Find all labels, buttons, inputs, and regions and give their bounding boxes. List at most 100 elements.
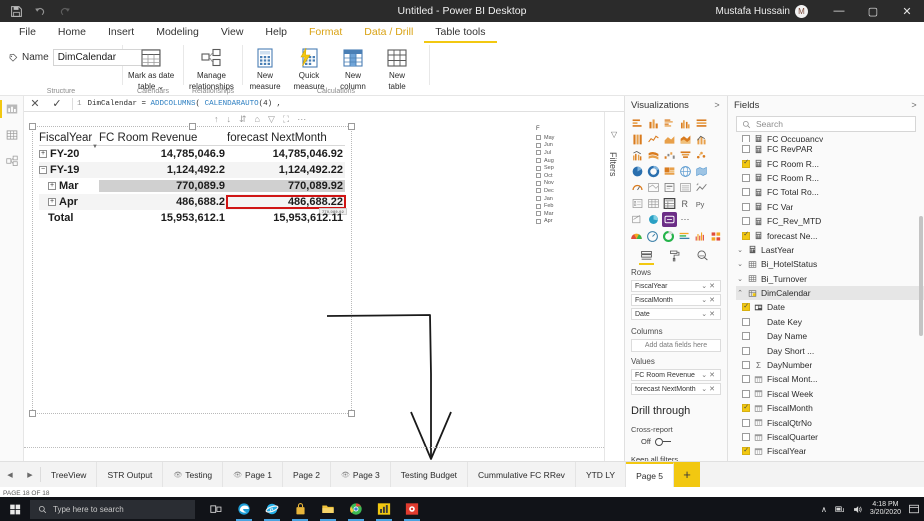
resize-handle-br[interactable] (348, 410, 355, 417)
list-item[interactable]: May (536, 134, 582, 142)
matrix-visual[interactable]: FiscalYear FC Room Revenue forecast Next… (29, 123, 355, 417)
matrix-row-expander-cell-3[interactable]: + Apr (39, 196, 99, 208)
matrix-cell-forecast-3[interactable]: 486,688.22 770,089.92 (226, 195, 347, 215)
notification-icon[interactable] (908, 503, 920, 515)
tab-format[interactable] (667, 248, 682, 263)
chevron-right-icon[interactable]: > (713, 100, 721, 110)
well-field-date[interactable]: Date ⌄✕ (631, 308, 721, 320)
matrix-header-fc-room-revenue[interactable]: FC Room Revenue (99, 132, 227, 144)
visual-type-ribbon-chart[interactable] (646, 148, 661, 163)
save-icon[interactable] (10, 5, 23, 18)
checkbox-icon[interactable] (536, 173, 541, 179)
page-tab-ytd-ly[interactable]: YTD LY (576, 462, 627, 487)
search-input[interactable]: Search (736, 116, 916, 132)
table-row[interactable]: − FY-19 1,124,492.2 1,124,492.22 (39, 162, 345, 178)
checkbox-icon[interactable] (742, 230, 750, 240)
resize-handle-bl[interactable] (29, 410, 36, 417)
visual-type-clustered-bar-chart[interactable] (662, 116, 677, 131)
list-item[interactable]: FC Occupancy (736, 135, 924, 142)
list-item[interactable]: ⌃ DimCalendar (736, 285, 924, 301)
mark-as-date-table-button[interactable]: Mark as date table ⌄ (123, 43, 179, 91)
page-tab-page-5[interactable]: Page 5 (626, 462, 675, 487)
page-tab-testing-budget[interactable]: Testing Budget (391, 462, 469, 487)
well-field-fiscalyear[interactable]: FiscalYear ⌄✕ (631, 280, 721, 292)
list-item[interactable]: Apr (536, 218, 582, 226)
more-visuals-icon[interactable]: ⋯ (678, 212, 693, 227)
table-row[interactable]: + Apr 486,688.2 486,688.22 770,089.92 (39, 194, 347, 215)
list-item[interactable]: Date (736, 300, 924, 314)
matrix-cell-forecast-total[interactable]: 15,953,612.11 (227, 212, 345, 224)
custom-visual-gauge[interactable] (630, 229, 643, 244)
list-item[interactable]: Oct (536, 172, 582, 180)
page-tab-cummulative-fc-rrev[interactable]: Cummulative FC RRev (468, 462, 576, 487)
list-item[interactable]: Date Key (736, 315, 924, 329)
visual-type-stacked-bar-chart[interactable] (630, 116, 645, 131)
list-item[interactable]: Jan (536, 195, 582, 203)
ribbon-tab-home[interactable]: Home (47, 22, 97, 43)
checkbox-icon[interactable] (742, 403, 750, 413)
checkbox-icon[interactable] (536, 150, 541, 156)
table-row[interactable]: + Mar 770,089.9 770,089.92 (39, 178, 345, 194)
chevron-right-icon[interactable]: > (910, 100, 918, 110)
visual-type-clustered-column-chart[interactable] (678, 116, 693, 131)
list-item[interactable]: Day Short ... (736, 343, 924, 357)
list-item[interactable]: FC RevPAR (736, 142, 924, 156)
well-field-fiscalmonth[interactable]: FiscalMonth ⌄✕ (631, 294, 721, 306)
field-chevron-remove-icons[interactable]: ⌄✕ (701, 371, 717, 379)
visual-type-stacked-area-chart[interactable] (678, 132, 693, 147)
ribbon-tab-help[interactable]: Help (254, 22, 298, 43)
more-options-icon[interactable]: ⋯ (297, 114, 306, 124)
visual-type-multi-row-card[interactable] (678, 180, 693, 195)
page-tab-page-2[interactable]: Page 2 (283, 462, 331, 487)
checkbox-icon[interactable] (742, 375, 750, 384)
drill-up-icon[interactable]: ⌂ (255, 114, 260, 124)
checkbox-icon[interactable] (536, 218, 541, 224)
matrix-cell-forecast-0[interactable]: 14,785,046.92 (227, 148, 345, 160)
clock[interactable]: 4:18 PM 3/20/2020 (870, 501, 901, 518)
checkbox-icon[interactable] (742, 217, 750, 226)
new-table-button[interactable]: New table (375, 43, 419, 91)
checkbox-icon[interactable] (742, 202, 750, 211)
visual-type-pie-chart[interactable] (630, 164, 645, 179)
expand-icon[interactable]: + (48, 182, 56, 190)
checkbox-icon[interactable] (742, 332, 750, 341)
field-chevron-remove-icons[interactable]: ⌄✕ (701, 296, 717, 304)
ribbon-tab-data-drill[interactable]: Data / Drill (353, 22, 424, 43)
edge-icon[interactable] (231, 497, 257, 521)
explorer-icon[interactable] (315, 497, 341, 521)
list-item[interactable]: FiscalQuarter (736, 430, 924, 444)
checkbox-icon[interactable] (536, 203, 541, 209)
checkbox-icon[interactable] (742, 317, 750, 326)
report-view-button[interactable] (0, 96, 24, 122)
ribbon-tab-modeling[interactable]: Modeling (145, 22, 210, 43)
store-icon[interactable] (287, 497, 313, 521)
visual-type-gauge[interactable] (630, 180, 645, 195)
report-canvas[interactable]: ↑ ↓ ⇵ ⌂ ▽ ⛶ ⋯ FiscalYear FC Room Revenue… (24, 112, 624, 461)
list-item[interactable]: FC Var (736, 200, 924, 214)
visual-type-decomposition-tree[interactable] (646, 212, 661, 227)
chevron-down-icon[interactable]: ⌄ (736, 275, 744, 283)
checkbox-icon[interactable] (742, 446, 750, 456)
checkbox-icon[interactable] (742, 173, 750, 182)
matrix-cell-revenue-0[interactable]: 14,785,046.9 (99, 148, 227, 160)
custom-visual-donut[interactable] (662, 229, 675, 244)
custom-visual-radial-gauge[interactable] (646, 229, 659, 244)
checkbox-icon[interactable] (742, 346, 750, 355)
visual-type-key-influencers[interactable] (630, 212, 645, 227)
checkbox-icon[interactable] (536, 211, 541, 217)
new-column-button[interactable]: New column (331, 43, 375, 91)
checkbox-icon[interactable] (742, 433, 750, 441)
undo-icon[interactable] (34, 5, 47, 18)
page-tab-page-1[interactable]: 👁 Page 1 (223, 462, 283, 487)
expand-icon[interactable]: + (48, 198, 56, 206)
ribbon-tab-view[interactable]: View (210, 22, 255, 43)
app-red-icon[interactable] (399, 497, 425, 521)
visual-type-line-and-clustered-column-chart[interactable] (630, 148, 645, 163)
custom-visual-chiclet-slicer[interactable] (710, 229, 723, 244)
cross-report-toggle[interactable] (654, 437, 671, 446)
visual-type-100-stacked-bar-chart[interactable] (694, 116, 709, 131)
visual-type-table[interactable] (646, 196, 661, 211)
visual-type-r-script-visual[interactable]: R (678, 196, 693, 211)
list-item[interactable]: Mar (536, 210, 582, 218)
start-button[interactable] (0, 497, 30, 521)
